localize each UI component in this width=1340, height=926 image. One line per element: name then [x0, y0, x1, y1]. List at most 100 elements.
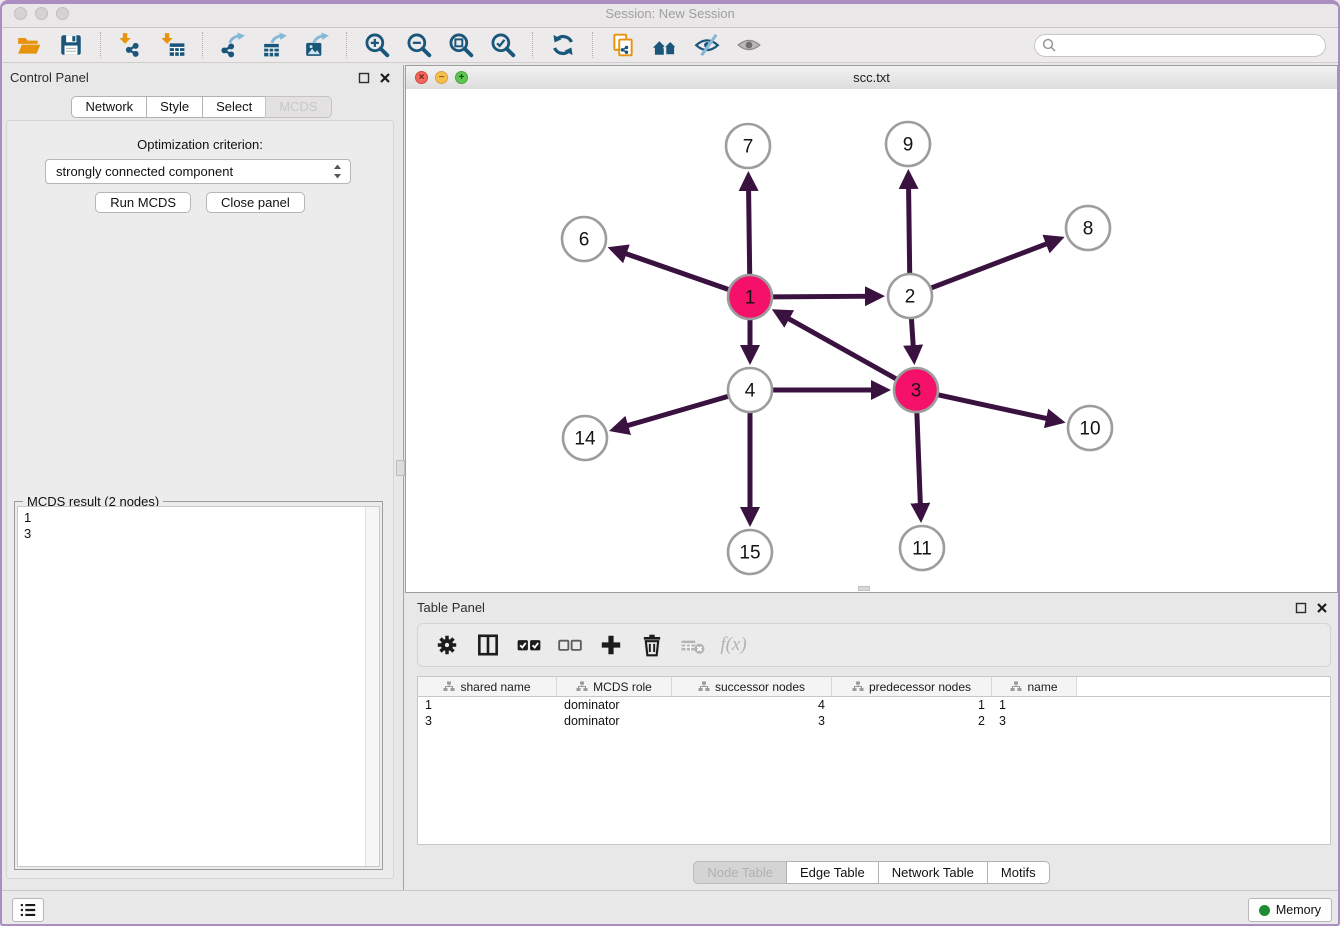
- tab-edge-table[interactable]: Edge Table: [786, 861, 879, 884]
- delete-column-button[interactable]: [633, 631, 670, 659]
- deselect-all-button[interactable]: [551, 631, 588, 659]
- settings-button[interactable]: [428, 631, 465, 659]
- cell-mcds-role[interactable]: dominator: [557, 713, 672, 729]
- node-label: 14: [574, 429, 596, 450]
- delete-table-button[interactable]: [674, 631, 711, 659]
- node-11[interactable]: 11: [900, 526, 944, 570]
- network-resize-grip[interactable]: [858, 586, 870, 591]
- cell-predecessor-nodes[interactable]: 2: [832, 713, 992, 729]
- edge-1-2[interactable]: [772, 296, 880, 297]
- window-title: Session: New Session: [0, 6, 1340, 21]
- close-panel-button[interactable]: Close panel: [206, 192, 305, 213]
- result-scrollbar[interactable]: [365, 507, 379, 866]
- import-network-button[interactable]: [116, 31, 146, 59]
- cell-predecessor-nodes[interactable]: 1: [832, 697, 992, 713]
- edge-4-14[interactable]: [614, 396, 729, 429]
- tab-network[interactable]: Network: [71, 96, 147, 118]
- run-mcds-button[interactable]: Run MCDS: [95, 192, 191, 213]
- zoom-out-button[interactable]: [404, 31, 434, 59]
- node-1[interactable]: 1: [728, 275, 772, 319]
- node-6[interactable]: 6: [562, 217, 606, 261]
- column-header-name[interactable]: name: [992, 677, 1077, 696]
- cell-shared-name[interactable]: 1: [418, 697, 557, 713]
- show-panel-button[interactable]: [734, 31, 764, 59]
- column-header-shared-name[interactable]: shared name: [418, 677, 557, 696]
- export-network-button[interactable]: [218, 31, 248, 59]
- splitter-grip[interactable]: [396, 460, 405, 476]
- edge-3-10[interactable]: [937, 395, 1060, 422]
- memory-button[interactable]: Memory: [1248, 898, 1332, 922]
- cell-shared-name[interactable]: 3: [418, 713, 557, 729]
- float-panel-icon[interactable]: [357, 71, 370, 84]
- criterion-value: strongly connected component: [56, 164, 233, 179]
- refresh-button[interactable]: [548, 31, 578, 59]
- settings-icon: [434, 632, 460, 658]
- cell-mcds-role[interactable]: dominator: [557, 697, 672, 713]
- search-input[interactable]: [1034, 34, 1326, 57]
- close-panel-icon[interactable]: [378, 71, 391, 84]
- cell-successor-nodes[interactable]: 3: [672, 713, 832, 729]
- criterion-dropdown[interactable]: strongly connected component: [45, 159, 351, 184]
- application-window: Session: New Session Control Panel Netwo…: [0, 0, 1340, 926]
- hide-panel-button[interactable]: [692, 31, 722, 59]
- node-10[interactable]: 10: [1068, 406, 1112, 450]
- node-8[interactable]: 8: [1066, 206, 1110, 250]
- network-window: × − + scc.txt 1 2 3 4 6 7 8 9 10 11 14 15: [405, 65, 1338, 593]
- zoom-in-button[interactable]: [362, 31, 392, 59]
- node-7[interactable]: 7: [726, 124, 770, 168]
- edge-2-9[interactable]: [908, 174, 909, 274]
- node-15[interactable]: 15: [728, 530, 772, 574]
- node-14[interactable]: 14: [563, 416, 607, 460]
- two-columns-button[interactable]: [469, 631, 506, 659]
- export-table-button[interactable]: [260, 31, 290, 59]
- edge-1-6[interactable]: [612, 249, 729, 290]
- search-icon: [1042, 38, 1056, 52]
- save-session-button[interactable]: [56, 31, 86, 59]
- panel-splitter[interactable]: [403, 65, 404, 890]
- import-table-button[interactable]: [158, 31, 188, 59]
- column-label: name: [1027, 680, 1057, 694]
- export-image-button[interactable]: [302, 31, 332, 59]
- table-float-panel-icon[interactable]: [1294, 601, 1307, 614]
- select-all-button[interactable]: [510, 631, 547, 659]
- duplicate-network-button[interactable]: [608, 31, 638, 59]
- tab-node-table[interactable]: Node Table: [693, 861, 787, 884]
- node-9[interactable]: 9: [886, 122, 930, 166]
- tab-motifs[interactable]: Motifs: [987, 861, 1050, 884]
- zoom-out-icon: [406, 32, 432, 58]
- edge-1-7[interactable]: [748, 176, 749, 275]
- home-layout-button[interactable]: [650, 31, 680, 59]
- cell-name[interactable]: 3: [992, 713, 1077, 729]
- edge-3-1[interactable]: [776, 312, 897, 380]
- network-window-titlebar[interactable]: × − + scc.txt: [406, 66, 1337, 90]
- table-row[interactable]: 1dominator411: [418, 697, 1330, 713]
- zoom-fit-button[interactable]: [446, 31, 476, 59]
- tab-select[interactable]: Select: [202, 96, 266, 118]
- column-header-successor-nodes[interactable]: successor nodes: [672, 677, 832, 696]
- refresh-icon: [550, 32, 576, 58]
- node-3[interactable]: 3: [894, 368, 938, 412]
- table-row[interactable]: 3dominator323: [418, 713, 1330, 729]
- edge-2-8[interactable]: [931, 239, 1060, 288]
- open-file-button[interactable]: [14, 31, 44, 59]
- network-canvas[interactable]: 1 2 3 4 6 7 8 9 10 11 14 15: [406, 89, 1337, 592]
- tab-style[interactable]: Style: [146, 96, 203, 118]
- edge-3-11[interactable]: [917, 412, 921, 518]
- edge-2-3[interactable]: [911, 318, 914, 360]
- column-type-icon: [698, 681, 710, 692]
- column-header-predecessor-nodes[interactable]: predecessor nodes: [832, 677, 992, 696]
- mcds-result-area[interactable]: 13: [17, 506, 380, 867]
- table-close-panel-icon[interactable]: [1315, 601, 1328, 614]
- task-history-button[interactable]: [12, 898, 44, 922]
- zoom-selected-button[interactable]: [488, 31, 518, 59]
- node-2[interactable]: 2: [888, 274, 932, 318]
- column-header-mcds-role[interactable]: MCDS role: [557, 677, 672, 696]
- node-4[interactable]: 4: [728, 368, 772, 412]
- export-table-icon: [262, 32, 288, 58]
- add-column-button[interactable]: [592, 631, 629, 659]
- tab-mcds[interactable]: MCDS: [265, 96, 331, 118]
- tab-network-table[interactable]: Network Table: [878, 861, 988, 884]
- cell-name[interactable]: 1: [992, 697, 1077, 713]
- function-builder-button[interactable]: f(x): [715, 631, 752, 659]
- cell-successor-nodes[interactable]: 4: [672, 697, 832, 713]
